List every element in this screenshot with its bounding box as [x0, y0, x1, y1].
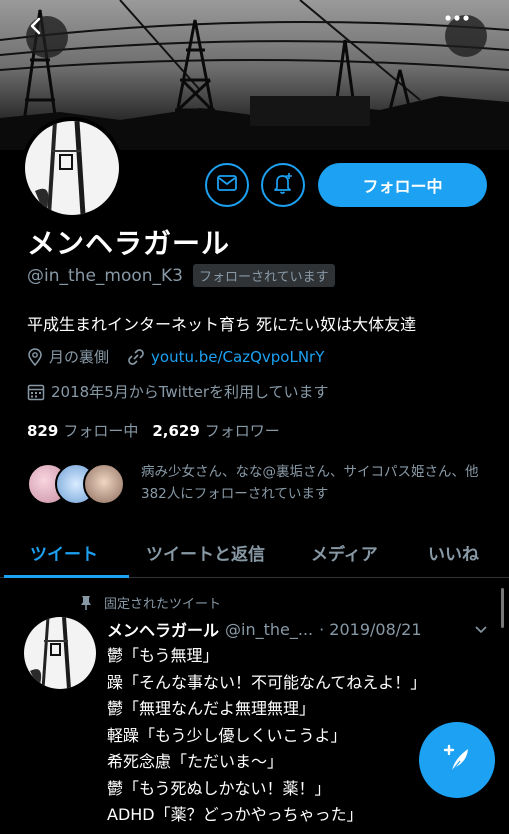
location-link-row: 月の裏側 youtu.be/CazQvpoLNrY [27, 346, 324, 367]
tweet-line: 鬱「もう無理」 [107, 646, 219, 665]
tweet-text: 鬱「もう無理」 躁「そんな事ない！不可能なんてねえよ！」 鬱「無理なんだよ無理無… [107, 643, 426, 829]
profile-link[interactable]: youtu.be/CazQvpoLNrY [151, 348, 324, 366]
followers-count[interactable]: 2,629 [152, 422, 199, 440]
follow-counts: 829 フォロー中 2,629 フォロワー [27, 420, 294, 441]
tweet-author-avatar[interactable] [24, 617, 96, 689]
followed-by-text: 病み少女さん、なな@裏垢さん、サイコパス姫さん、他382人にフォローされています [141, 464, 479, 502]
tweet-line: 希死念慮「ただいま〜」 [107, 752, 284, 771]
active-tab-indicator [4, 575, 129, 578]
compose-tweet-button[interactable] [419, 722, 495, 798]
display-name: メンヘラガール [27, 227, 231, 260]
pinned-label: 固定されたツイート [104, 597, 222, 612]
following-label[interactable]: フォロー中 [63, 420, 138, 441]
bottom-nav-edge [0, 822, 509, 834]
tab-likes[interactable]: いいね [428, 540, 479, 565]
tweet-line: 鬱「もう死ぬしかない！薬！」 [107, 778, 331, 798]
follower-avatars [27, 461, 127, 507]
notifications-button[interactable] [261, 163, 305, 207]
followers-label[interactable]: フォロワー [205, 420, 280, 441]
followed-by-row[interactable]: 病み少女さん、なな@裏垢さん、サイコパス姫さん、他382人にフォローされています [27, 461, 489, 507]
message-button[interactable] [205, 163, 249, 207]
mail-icon [217, 175, 237, 195]
follower-avatar [83, 463, 125, 505]
tweet-line: 軽躁「もう少し優しくいこうよ」 [107, 725, 347, 745]
scrollbar[interactable] [501, 588, 504, 628]
profile-tabs: ツイート ツイートと返信 メディア いいね [0, 528, 509, 578]
tweet-line: 躁「そんな事ない！不可能なんてねえよ！」 [107, 672, 427, 692]
pinned-label-row: 固定されたツイート [80, 593, 221, 612]
bell-plus-icon [271, 171, 295, 199]
pin-icon [80, 595, 92, 611]
follows-you-badge: フォローされています [193, 264, 335, 287]
avatar-image [25, 121, 119, 215]
joined-text: 2018年5月からTwitterを利用しています [51, 383, 329, 401]
tab-tweets-and-replies[interactable]: ツイートと返信 [146, 540, 265, 565]
tweet-author-name[interactable]: メンヘラガール [107, 617, 219, 641]
compose-feather-icon [440, 741, 474, 779]
tweet-line: 鬱「無理なんだよ無理無理」 [107, 699, 316, 718]
profile-avatar[interactable] [21, 117, 123, 219]
chevron-down-icon[interactable] [474, 620, 488, 639]
profile-bio: 平成生まれインターネット育ち 死にたい奴は大体友達 [27, 315, 417, 334]
tweet-date: · 2019/08/21 [319, 619, 422, 639]
user-handle: @in_the_moon_K3 [27, 265, 183, 286]
location-text: 月の裏側 [49, 348, 110, 366]
back-button[interactable] [26, 16, 68, 58]
handle-row: @in_the_moon_K3 フォローされています [27, 264, 335, 287]
calendar-icon [27, 383, 45, 401]
tweet-header: メンヘラガール @in_the_... · 2019/08/21 [107, 617, 422, 641]
following-button[interactable]: フォロー中 [318, 163, 487, 207]
link-icon [127, 348, 145, 366]
joined-row: 2018年5月からTwitterを利用しています [27, 381, 329, 402]
location-pin-icon [27, 347, 43, 366]
tab-media[interactable]: メディア [311, 540, 378, 565]
tab-tweets[interactable]: ツイート [30, 540, 98, 565]
following-count[interactable]: 829 [27, 422, 58, 440]
more-options-button[interactable] [445, 15, 487, 57]
tweet-author-handle: @in_the_... [225, 619, 314, 639]
